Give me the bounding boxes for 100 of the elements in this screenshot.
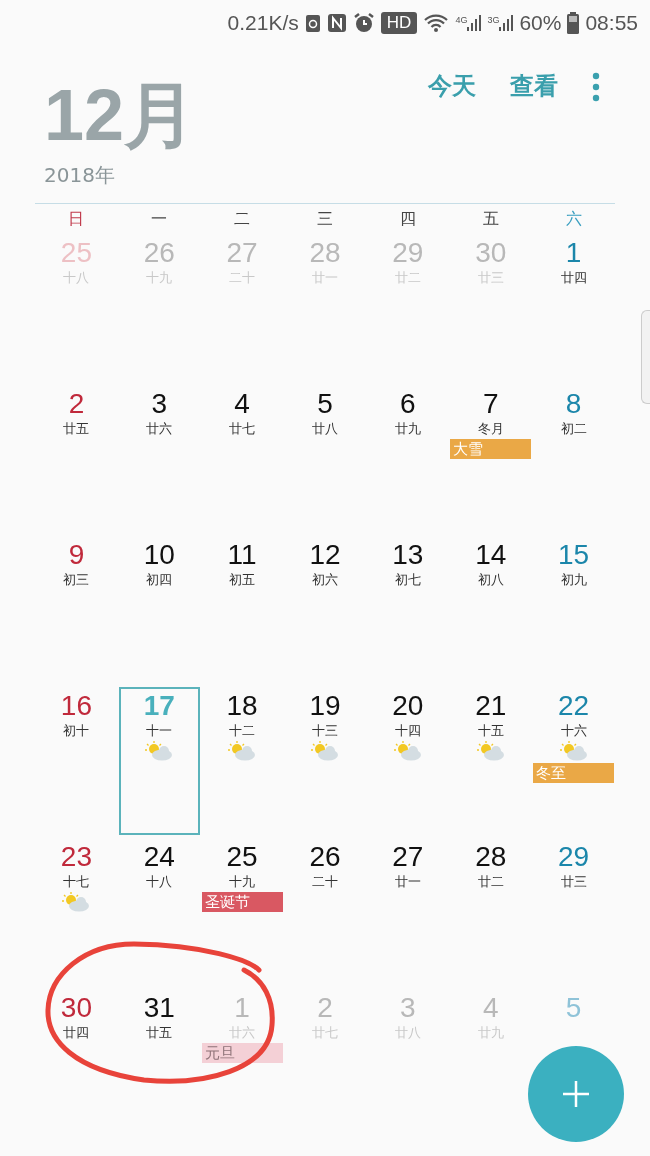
weekday-label: 日 (67, 208, 86, 230)
day-number: 7 (482, 387, 499, 421)
lunar-date: 初十 (63, 723, 90, 739)
day-number: 27 (226, 236, 258, 270)
day-number: 4 (234, 387, 250, 421)
hd-badge: HD (380, 12, 418, 34)
lunar-date: 冬月 (477, 421, 504, 437)
day-cell[interactable]: 5 廿八 (283, 385, 367, 437)
signal-icon (467, 15, 482, 31)
day-cell[interactable]: 26 二十 (283, 838, 367, 890)
day-number: 9 (68, 538, 85, 572)
lunar-date: 初八 (477, 572, 504, 588)
day-number: 20 (392, 689, 424, 723)
day-cell[interactable]: 30 廿四 (35, 989, 118, 1041)
lunar-date: 十一 (146, 723, 173, 739)
day-cell[interactable]: 22 十六 冬至 (532, 687, 615, 783)
weekday-label: 六 (564, 208, 583, 230)
day-cell[interactable]: 29 廿三 (532, 838, 615, 890)
lunar-date: 初三 (63, 572, 90, 588)
day-cell[interactable]: 18 十二 (200, 687, 284, 761)
weekday-label: 三 (316, 208, 334, 230)
battery-saver-icon (304, 13, 321, 33)
lunar-date: 廿二 (477, 874, 504, 890)
day-number: 30 (475, 236, 507, 270)
day-cell[interactable]: 2 廿五 (35, 385, 118, 437)
day-cell[interactable]: 25 十九 圣诞节 (200, 838, 284, 912)
event-bar[interactable]: 圣诞节 (201, 892, 283, 912)
day-cell[interactable]: 9 初三 (35, 536, 118, 588)
network-speed: 0.21K/s (227, 11, 299, 35)
day-cell[interactable]: 11 初五 (200, 536, 284, 588)
day-number: 21 (475, 689, 507, 723)
month-title: 12月 (44, 74, 197, 156)
lunar-date: 廿三 (560, 874, 587, 890)
lunar-date: 二十 (312, 874, 338, 890)
day-number: 6 (400, 387, 416, 421)
day-number: 4 (482, 991, 499, 1025)
lunar-date: 廿六 (146, 421, 173, 437)
day-cell[interactable]: 7 冬月 大雪 (449, 385, 533, 459)
network-type-label: 3G (487, 15, 500, 25)
lunar-date: 十九 (229, 874, 256, 890)
day-cell[interactable]: 24 十八 (117, 838, 201, 890)
day-number: 14 (475, 538, 507, 572)
day-cell[interactable]: 19 十三 (283, 687, 367, 761)
day-number: 29 (558, 840, 590, 874)
day-number: 2 (68, 387, 85, 421)
day-number: 26 (143, 236, 175, 270)
edge-handle[interactable] (641, 310, 650, 404)
day-cell[interactable]: 16 初十 (35, 687, 118, 739)
wifi-icon (423, 13, 450, 33)
day-cell[interactable]: 6 廿九 (366, 385, 450, 437)
day-number: 5 (317, 387, 333, 421)
day-cell[interactable]: 17 十一 (118, 687, 200, 835)
day-number: 1 (565, 236, 582, 270)
day-number: 10 (143, 538, 175, 572)
day-cell[interactable]: 20 十四 (366, 687, 450, 761)
day-number: 27 (392, 840, 424, 874)
day-cell[interactable]: 10 初四 (117, 536, 201, 588)
day-number: 29 (392, 236, 424, 270)
day-number: 23 (60, 840, 92, 874)
day-number: 24 (143, 840, 175, 874)
lunar-date: 廿五 (63, 421, 90, 437)
day-number: 25 (226, 840, 258, 874)
weekday-label: 四 (398, 208, 417, 230)
nfc-icon (326, 13, 347, 33)
lunar-date: 初四 (146, 572, 173, 588)
network-type-label: 4G (455, 15, 468, 25)
day-cell[interactable]: 1 廿四 (532, 234, 615, 286)
day-cell[interactable]: 15 初九 (532, 536, 615, 588)
lunar-date: 廿八 (312, 421, 338, 437)
day-number: 11 (227, 538, 257, 572)
day-number: 18 (226, 689, 258, 723)
day-cell[interactable]: 14 初八 (449, 536, 533, 588)
day-number: 2 (317, 991, 333, 1025)
alarm-icon (352, 12, 375, 34)
day-number: 15 (558, 538, 590, 572)
lunar-date: 十六 (560, 723, 587, 739)
lunar-date: 廿一 (394, 874, 421, 890)
day-number: 16 (60, 689, 92, 723)
day-cell[interactable]: 13 初七 (366, 536, 450, 588)
day-number: 3 (400, 991, 416, 1025)
day-number: 5 (565, 991, 582, 1025)
day-cell[interactable]: 31 廿五 (117, 989, 201, 1041)
weekday-label: 二 (233, 208, 252, 230)
more-options-icon[interactable] (592, 72, 600, 102)
day-cell[interactable]: 27 廿一 (366, 838, 450, 890)
day-number: 31 (143, 991, 175, 1025)
lunar-date: 廿五 (146, 1025, 173, 1041)
day-cell[interactable]: 21 十五 (449, 687, 533, 761)
weekday-label: 五 (481, 208, 500, 230)
day-cell[interactable]: 8 初二 (532, 385, 615, 437)
day-cell[interactable]: 28 廿二 (449, 838, 533, 890)
day-cell[interactable]: 4 廿七 (200, 385, 284, 437)
day-number: 8 (565, 387, 582, 421)
day-cell[interactable]: 3 廿六 (117, 385, 201, 437)
day-number: 1 (234, 991, 250, 1025)
day-number: 28 (309, 236, 341, 270)
day-cell[interactable]: 23 十七 (35, 838, 118, 912)
lunar-date: 廿四 (560, 270, 587, 286)
lunar-date: 十二 (229, 723, 256, 739)
day-cell[interactable]: 12 初六 (283, 536, 367, 588)
